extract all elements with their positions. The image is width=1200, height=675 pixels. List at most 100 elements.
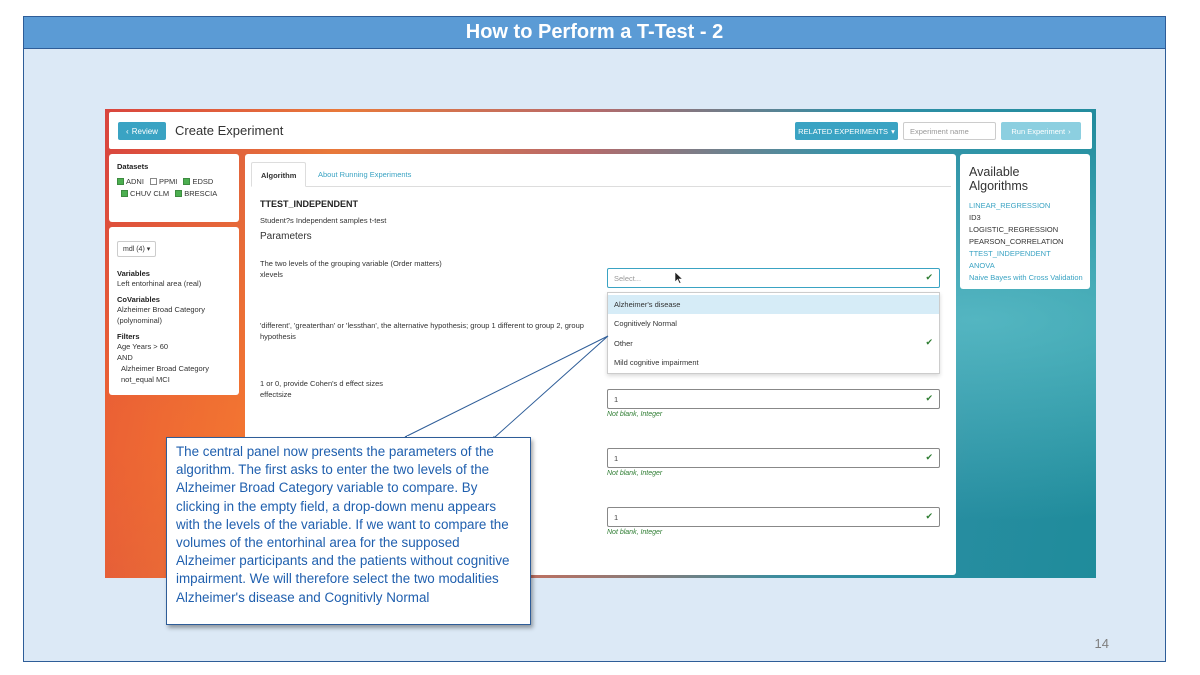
- checkbox-checked-icon: [175, 190, 183, 197]
- datasets-panel: Datasets ADNI PPMI EDSD CHUV CLM BRESCIA: [109, 154, 239, 222]
- param-description: 1 or 0, provide Cohen's d effect sizes: [260, 379, 384, 388]
- param-name: hypothesis: [260, 332, 296, 341]
- check-icon: ✔: [925, 337, 933, 347]
- dataset-label: CHUV CLM: [130, 189, 170, 198]
- covariable-line: Alzheimer Broad Category: [117, 305, 205, 314]
- chevron-left-icon: ‹: [126, 126, 129, 136]
- option-label: Mild cognitive impairment: [614, 358, 699, 367]
- checkbox-checked-icon: [121, 190, 128, 197]
- caret-down-icon: ▾: [146, 246, 151, 253]
- param-input[interactable]: 1 ✔: [607, 448, 940, 468]
- model-panel: mdl (4) ▾ Variables Left entorhinal area…: [109, 227, 239, 395]
- field-value: 1: [614, 513, 619, 522]
- dataset-label: PPMI: [159, 177, 178, 186]
- review-button-label: Review: [131, 126, 158, 136]
- field-value: 1: [614, 454, 619, 463]
- algorithm-item: PEARSON_CORRELATION: [969, 237, 1064, 246]
- validation-hint: Not blank, Integer: [607, 529, 663, 536]
- page-number: 14: [1094, 636, 1109, 651]
- option-label: Cognitively Normal: [614, 319, 677, 328]
- dataset-checkbox-edsd[interactable]: EDSD: [183, 177, 213, 186]
- dataset-checkbox-chuv-clm[interactable]: CHUV CLM: [121, 189, 169, 198]
- algorithms-title-line: Available: [969, 165, 1020, 179]
- filter-line: not_equal MCI: [121, 375, 170, 384]
- dataset-checkbox-adni[interactable]: ADNI: [117, 177, 144, 186]
- app-topbar: ‹ Review Create Experiment RELATED EXPER…: [109, 112, 1092, 149]
- param-label: 'different', 'greaterthan' or 'lessthan'…: [260, 320, 620, 342]
- review-button[interactable]: ‹ Review: [118, 122, 166, 140]
- experiment-name-input[interactable]: Experiment name: [903, 122, 996, 140]
- param-description: 'different', 'greaterthan' or 'lessthan'…: [260, 321, 584, 330]
- filter-line: Alzheimer Broad Category: [121, 364, 209, 373]
- algorithm-item[interactable]: LINEAR_REGRESSION: [969, 200, 1083, 212]
- filters-title: Filters: [117, 332, 140, 341]
- xlevels-select[interactable]: Select... ✔: [607, 268, 940, 288]
- related-experiments-button[interactable]: RELATED EXPERIMENTS ▾: [795, 122, 898, 140]
- effectsize-input[interactable]: 1 ✔: [607, 389, 940, 409]
- run-experiment-label: Run Experiment: [1011, 126, 1066, 136]
- algorithm-item: LOGISTIC_REGRESSION: [969, 225, 1059, 234]
- tab-bar: Algorithm About Running Experiments: [251, 162, 951, 187]
- algorithm-item[interactable]: Naive Bayes with Cross Validation: [969, 272, 1083, 284]
- param-name: xlevels: [260, 270, 283, 279]
- dropdown-option[interactable]: Alzheimer's disease: [608, 295, 939, 314]
- check-icon: ✔: [925, 393, 933, 403]
- checkbox-unchecked-icon: [150, 178, 158, 185]
- run-experiment-button[interactable]: Run Experiment ›: [1001, 122, 1081, 140]
- dropdown-option[interactable]: Other ✔: [608, 334, 939, 353]
- param-description: The two levels of the grouping variable …: [260, 259, 442, 268]
- page-title: Create Experiment: [175, 123, 284, 138]
- field-value: 1: [614, 395, 619, 404]
- variable-value: Left entorhinal area (real): [117, 279, 202, 288]
- param-label: 1 or 0, provide Cohen's d effect sizes e…: [260, 378, 383, 400]
- callout-box: The central panel now presents the param…: [166, 437, 531, 625]
- covariables-title: CoVariables: [117, 295, 160, 304]
- param-name: effectsize: [260, 390, 292, 399]
- tab-algorithm[interactable]: Algorithm: [251, 162, 307, 187]
- parameters-heading: Parameters: [260, 231, 312, 242]
- dropdown-option[interactable]: Cognitively Normal: [608, 314, 939, 333]
- mouse-cursor-icon: [675, 272, 683, 284]
- datasets-title: Datasets: [117, 162, 149, 171]
- checkbox-checked-icon: [183, 178, 191, 185]
- xlevels-dropdown: Alzheimer's disease Cognitively Normal O…: [607, 292, 940, 374]
- dataset-label: BRESCIA: [184, 189, 218, 198]
- variables-title: Variables: [117, 269, 150, 278]
- dropdown-option[interactable]: Mild cognitive impairment: [608, 353, 939, 372]
- slide-title: How to Perform a T-Test - 2: [465, 21, 724, 43]
- dataset-label: EDSD: [192, 177, 214, 186]
- algorithm-item[interactable]: ANOVA: [969, 260, 1083, 272]
- algorithm-item: ID3: [969, 213, 981, 222]
- slide-title-bar: How to Perform a T-Test - 2: [24, 17, 1165, 49]
- algorithm-name: TTEST_INDEPENDENT: [260, 199, 359, 209]
- tab-about-running-experiments[interactable]: About Running Experiments: [309, 162, 420, 187]
- filter-line: Age Years > 60: [117, 342, 169, 351]
- chevron-right-icon: ›: [1068, 126, 1071, 136]
- param-input[interactable]: 1 ✔: [607, 507, 940, 527]
- related-experiments-label: RELATED EXPERIMENTS: [798, 126, 889, 136]
- check-icon: ✔: [925, 452, 933, 462]
- algorithm-list: LINEAR_REGRESSION ID3 LOGISTIC_REGRESSIO…: [969, 200, 1083, 284]
- covariable-type: (polynominal): [117, 316, 163, 325]
- model-dropdown-button[interactable]: mdl (4) ▾: [117, 241, 157, 257]
- checkbox-checked-icon: [117, 178, 124, 185]
- algorithms-title: Available Algorithms: [969, 165, 1028, 193]
- available-algorithms-panel: Available Algorithms LINEAR_REGRESSION I…: [960, 154, 1090, 289]
- algorithm-item[interactable]: TTEST_INDEPENDENT: [969, 248, 1083, 260]
- validation-hint: Not blank, Integer: [607, 470, 663, 477]
- check-icon: ✔: [925, 272, 933, 282]
- validation-hint: Not blank, Integer: [607, 411, 663, 418]
- xlevels-placeholder: Select...: [614, 274, 642, 283]
- check-icon: ✔: [925, 511, 933, 521]
- param-label: The two levels of the grouping variable …: [260, 258, 442, 280]
- algorithm-description: Student?s Independent samples t-test: [260, 216, 387, 225]
- model-button-label: mdl (4): [123, 246, 145, 253]
- option-label: Alzheimer's disease: [614, 300, 681, 309]
- filter-operator: AND: [117, 353, 133, 362]
- caret-down-icon: ▾: [891, 126, 895, 136]
- dataset-checkbox-ppmi[interactable]: PPMI: [150, 177, 177, 186]
- dataset-checkbox-brescia[interactable]: BRESCIA: [175, 189, 217, 198]
- dataset-label: ADNI: [126, 177, 144, 186]
- algorithms-title-line: Algorithms: [969, 179, 1029, 193]
- callout-text: The central panel now presents the param…: [176, 444, 510, 605]
